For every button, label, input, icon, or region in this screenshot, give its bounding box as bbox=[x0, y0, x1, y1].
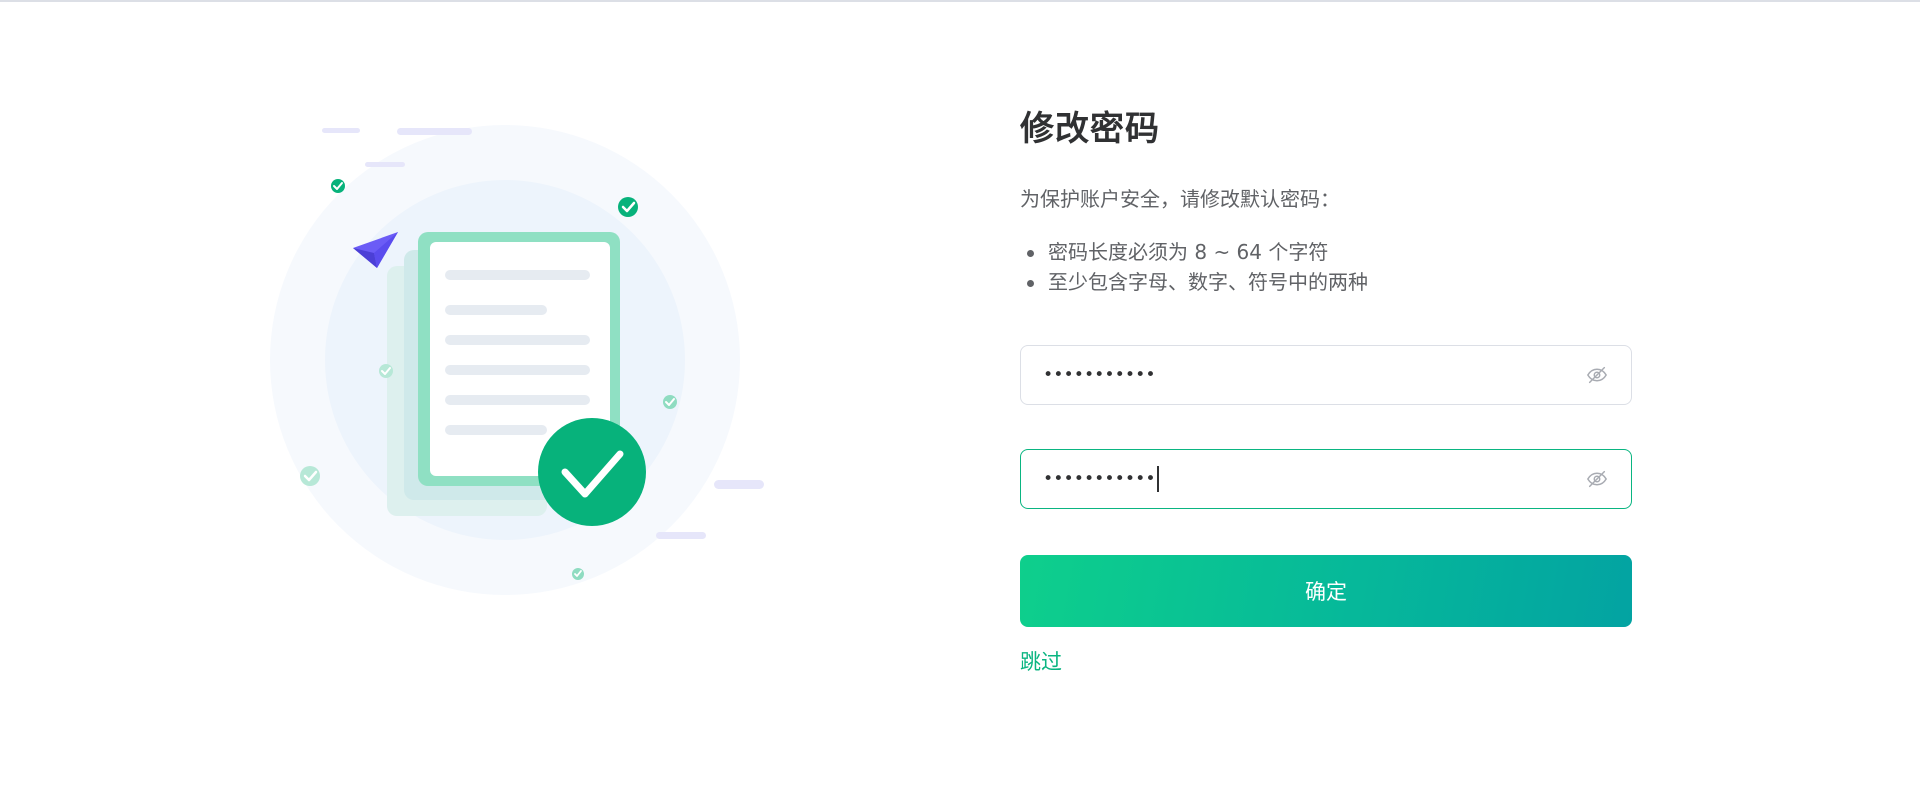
confirm-button[interactable]: 确定 bbox=[1020, 555, 1632, 627]
text-line bbox=[445, 335, 590, 345]
eye-hidden-icon[interactable] bbox=[1585, 467, 1609, 491]
deco-dash bbox=[714, 480, 764, 489]
small-check-icon bbox=[618, 197, 638, 217]
eye-hidden-icon[interactable] bbox=[1585, 363, 1609, 387]
page-title: 修改密码 bbox=[1020, 109, 1160, 149]
small-check-icon bbox=[379, 364, 393, 378]
confirm-password-field[interactable]: ••••••••••• bbox=[1020, 449, 1632, 509]
small-check-icon bbox=[572, 568, 584, 580]
deco-dash bbox=[397, 128, 472, 135]
text-line bbox=[445, 425, 547, 435]
rule-item: 至少包含字母、数字、符号中的两种 bbox=[1020, 267, 1632, 297]
deco-dash bbox=[322, 128, 360, 133]
small-check-icon bbox=[300, 466, 320, 486]
new-password-field[interactable]: ••••••••••• bbox=[1020, 345, 1632, 405]
big-check-circle bbox=[538, 418, 646, 526]
new-password-value[interactable]: ••••••••••• bbox=[1043, 365, 1585, 385]
text-caret bbox=[1156, 466, 1159, 492]
text-line bbox=[445, 395, 590, 405]
confirm-password-value-wrap[interactable]: ••••••••••• bbox=[1043, 466, 1585, 492]
small-check-icon bbox=[331, 179, 345, 193]
text-line bbox=[445, 365, 590, 375]
form-description: 为保护账户安全，请修改默认密码： bbox=[1020, 187, 1340, 211]
rule-item: 密码长度必须为 8 ~ 64 个字符 bbox=[1020, 237, 1632, 267]
text-line bbox=[445, 270, 590, 280]
change-password-form: 修改密码 为保护账户安全，请修改默认密码： 密码长度必须为 8 ~ 64 个字符… bbox=[1020, 105, 1632, 677]
deco-dash bbox=[656, 532, 706, 539]
small-check-icon bbox=[663, 395, 677, 409]
skip-link[interactable]: 跳过 bbox=[1020, 647, 1062, 677]
text-line bbox=[445, 305, 547, 315]
top-border bbox=[0, 0, 1920, 2]
password-rules: 密码长度必须为 8 ~ 64 个字符 至少包含字母、数字、符号中的两种 bbox=[1020, 237, 1632, 297]
deco-dash bbox=[365, 162, 405, 167]
password-illustration bbox=[270, 120, 770, 600]
confirm-password-value[interactable]: ••••••••••• bbox=[1043, 469, 1156, 489]
